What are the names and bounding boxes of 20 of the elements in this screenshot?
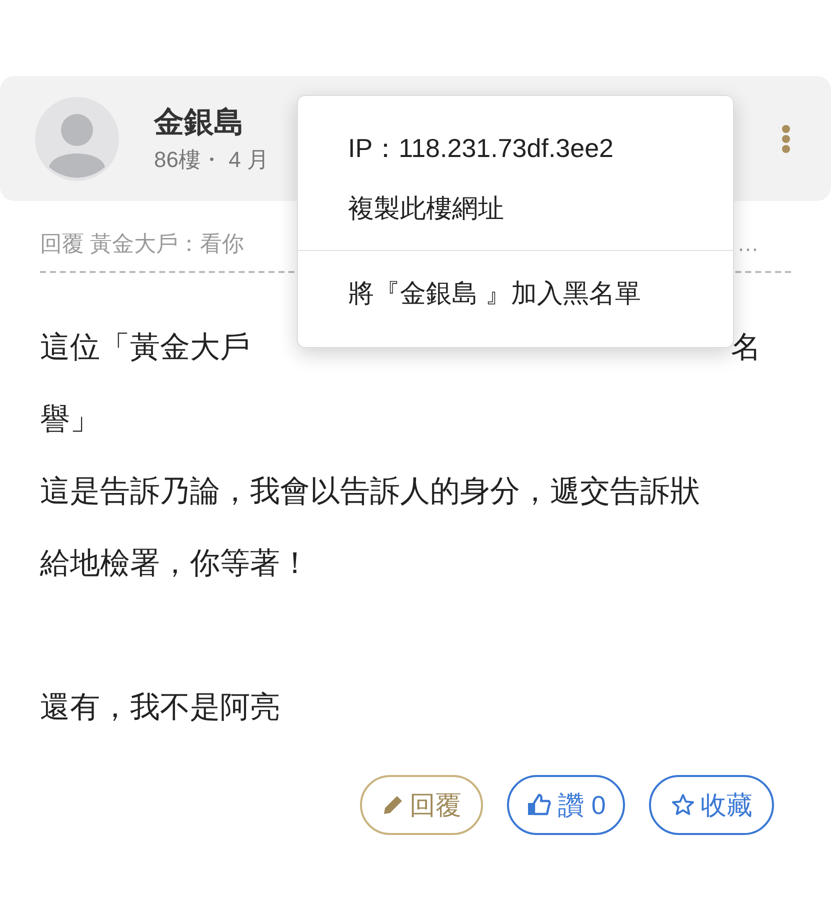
menu-item[interactable]: IP：118.231.73df.3ee2: [298, 118, 733, 178]
post-text: 這位「黃金大戶: [40, 330, 250, 366]
collect-button[interactable]: 收藏: [649, 775, 774, 835]
post-text: 給地檢署，你等著！: [40, 546, 310, 582]
like-button[interactable]: 讚 0: [507, 775, 625, 835]
pencil-icon: [382, 794, 404, 816]
menu-item[interactable]: 將『金銀島 』加入黑名單: [298, 263, 733, 323]
thumbs-up-icon: [526, 792, 552, 818]
post-text: 還有，我不是阿亮: [40, 690, 280, 726]
menu-item[interactable]: 複製此樓網址: [298, 178, 733, 238]
avatar-icon[interactable]: [35, 96, 119, 180]
reply-quote: …: [737, 230, 759, 258]
post-text: 名: [731, 330, 761, 366]
post-text: 譽」: [40, 402, 100, 438]
reply-quote: 回覆 黃金大戶：看你: [40, 230, 244, 258]
author-name[interactable]: 金銀島: [154, 102, 244, 142]
star-icon: [670, 793, 694, 817]
post-text: 這是告訴乃論，我會以告訴人的身分，遞交告訴狀: [40, 474, 700, 510]
more-icon[interactable]: [781, 124, 791, 154]
post-meta: 86樓・ 4 月: [154, 146, 269, 174]
